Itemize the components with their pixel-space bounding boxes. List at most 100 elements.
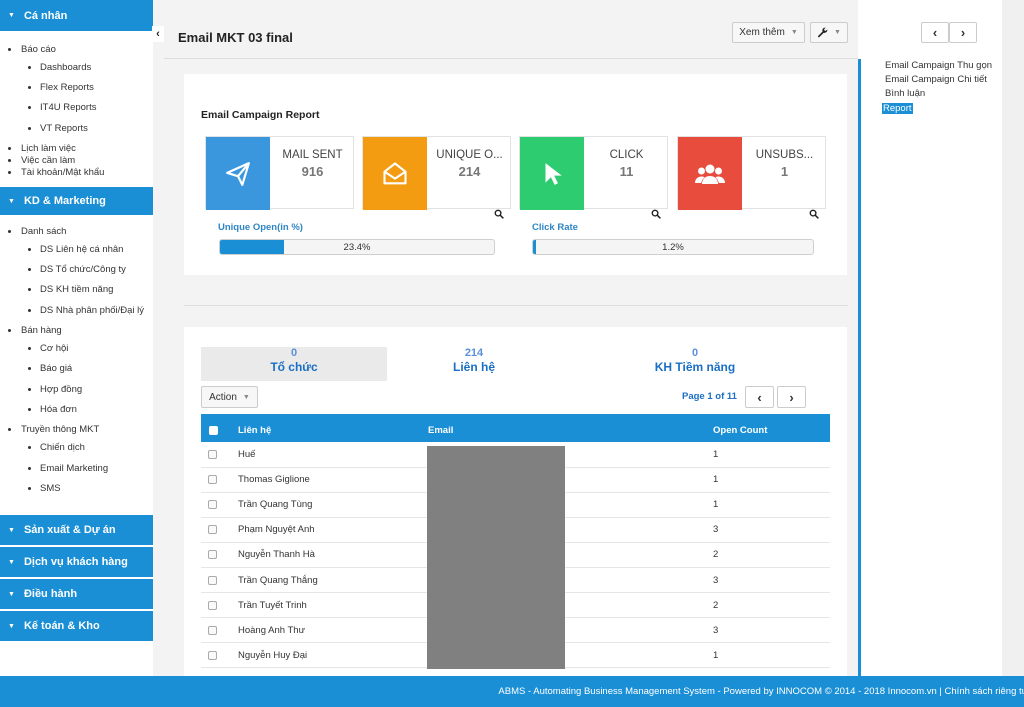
scroll-gutter	[1002, 0, 1024, 676]
bullet-icon	[28, 466, 31, 470]
sidebar-item-ds-to-chuc[interactable]: DS Tổ chức/Công ty	[0, 259, 153, 279]
sidebar-item-dashboards[interactable]: Dashboards	[0, 57, 153, 77]
bullet-icon	[8, 158, 11, 162]
sidebar-item-chien-dich[interactable]: Chiến dịch	[0, 438, 153, 458]
cursor-icon	[545, 162, 562, 185]
sidebar-item-ban-hang[interactable]: Bán hàng	[0, 324, 153, 336]
sidebar-item-sms[interactable]: SMS	[0, 478, 153, 498]
column-header-email[interactable]: Email	[428, 414, 713, 442]
sidebar-item-bao-cao[interactable]: Báo cáo	[0, 43, 153, 55]
link-report[interactable]: Report	[882, 103, 913, 114]
row-contact-name[interactable]: Nguyễn Thanh Hà	[238, 542, 428, 568]
sidebar-item-hoa-don[interactable]: Hóa đơn	[0, 399, 153, 419]
magnifier-icon[interactable]	[809, 209, 819, 222]
sidebar-item-co-hoi[interactable]: Cơ hội	[0, 338, 153, 358]
row-contact-name[interactable]: Trần Tuyết Trinh	[238, 592, 428, 619]
sidebar-item-flex-reports[interactable]: Flex Reports	[0, 77, 153, 97]
xem-them-dropdown[interactable]: Xem thêm ▼	[732, 22, 805, 43]
prev-record-button[interactable]: ‹	[921, 22, 949, 43]
stat-mail-sent: MAIL SENT 916	[205, 136, 354, 210]
sidebar-item-vt-reports[interactable]: VT Reports	[0, 118, 153, 138]
row-checkbox[interactable]	[201, 617, 238, 644]
sidebar-section-dich-vu[interactable]: ▼ Dịch vụ khách hàng	[0, 547, 153, 580]
link-email-campaign-thu-gon[interactable]: Email Campaign Thu gọn	[885, 60, 992, 71]
next-page-button[interactable]: ›	[777, 386, 806, 408]
link-binh-luan[interactable]: Bình luận	[885, 88, 925, 99]
bullet-icon	[8, 428, 11, 432]
sidebar-section-kd-marketing[interactable]: ▼ KD & Marketing	[0, 187, 153, 218]
caret-down-icon: ▼	[8, 197, 15, 205]
page-title: Email MKT 03 final	[178, 30, 293, 45]
sidebar-section-ca-nhan[interactable]: ▼ Cá nhân	[0, 0, 153, 33]
prev-page-button[interactable]: ‹	[745, 386, 774, 408]
tools-dropdown[interactable]: ▼	[810, 22, 848, 43]
caret-down-icon: ▼	[8, 590, 15, 598]
link-email-campaign-chi-tiet[interactable]: Email Campaign Chi tiết	[885, 74, 987, 85]
row-contact-name[interactable]: Trần Quang Thắng	[238, 567, 428, 594]
bullet-icon	[28, 85, 31, 89]
stat-label: UNIQUE O...	[436, 149, 503, 161]
sidebar-item-ds-kh-tiem-nang[interactable]: DS KH tiềm năng	[0, 280, 153, 300]
stat-value: 916	[301, 164, 324, 179]
magnifier-icon[interactable]	[494, 209, 504, 222]
row-contact-name[interactable]: Hoàng Anh Thư	[238, 617, 428, 644]
row-checkbox[interactable]	[201, 492, 238, 518]
row-checkbox[interactable]	[201, 567, 238, 594]
sidebar-item-ds-nha-phan-phoi[interactable]: DS Nhà phân phối/Đại lý	[0, 300, 153, 320]
row-open-count: 3	[713, 567, 830, 594]
sidebar-section-ke-toan[interactable]: ▼ Kế toán & Kho	[0, 611, 153, 644]
sidebar-item-ds-lien-he[interactable]: DS Liên hệ cá nhân	[0, 239, 153, 259]
row-contact-name[interactable]: Trần Quang Tùng	[238, 492, 428, 518]
bullet-icon	[28, 446, 31, 450]
sidebar-item-hop-dong[interactable]: Hợp đồng	[0, 379, 153, 399]
action-dropdown[interactable]: Action ▼	[201, 386, 258, 408]
tab-to-chuc[interactable]: 0 Tổ chức	[201, 347, 387, 381]
caret-down-icon: ▼	[834, 29, 841, 36]
sidebar-item-viec-can-lam[interactable]: Việc cần làm	[0, 154, 153, 166]
row-checkbox[interactable]	[201, 642, 238, 669]
collapse-sidebar-chevron-left-icon[interactable]: ‹	[152, 26, 164, 42]
sidebar-item-email-marketing[interactable]: Email Marketing	[0, 458, 153, 478]
redacted-email-block	[427, 446, 565, 669]
select-all-checkbox[interactable]	[201, 414, 238, 442]
section-label: Cá nhân	[23, 9, 68, 22]
sidebar: ▼ Cá nhân Báo cáo Dashboards Flex Report…	[0, 0, 153, 676]
chevron-left-icon: ‹	[757, 389, 762, 405]
table-header-row: Liên hệ Email Open Count	[201, 414, 830, 442]
sidebar-item-truyen-thong[interactable]: Truyền thông MKT	[0, 424, 153, 436]
row-contact-name[interactable]: Phạm Nguyệt Anh	[238, 517, 428, 543]
row-open-count: 1	[713, 642, 830, 669]
row-contact-name[interactable]: Huế	[238, 442, 428, 468]
stat-icon-bg	[678, 137, 742, 210]
magnifier-icon[interactable]	[651, 209, 661, 222]
caret-down-icon: ▼	[8, 558, 15, 566]
row-checkbox[interactable]	[201, 467, 238, 493]
column-header-lien-he[interactable]: Liên hệ	[238, 414, 428, 442]
row-checkbox[interactable]	[201, 442, 238, 468]
sidebar-item-bao-gia[interactable]: Báo giá	[0, 359, 153, 379]
bullet-icon	[8, 170, 11, 174]
sidebar-section-dieu-hanh[interactable]: ▼ Điều hành	[0, 579, 153, 612]
column-header-open-count[interactable]: Open Count	[713, 414, 830, 442]
next-record-button[interactable]: ›	[949, 22, 977, 43]
sidebar-item-it4u-reports[interactable]: IT4U Reports	[0, 98, 153, 118]
row-contact-name[interactable]: Nguyễn Huy Đại	[238, 642, 428, 669]
wrench-icon	[818, 27, 828, 38]
sidebar-item-tai-khoan[interactable]: Tài khoản/Mật khẩu	[0, 166, 153, 178]
bullet-icon	[28, 126, 31, 130]
sidebar-item-lich-lam-viec[interactable]: Lịch làm việc	[0, 142, 153, 154]
sidebar-item-danh-sach[interactable]: Danh sách	[0, 225, 153, 237]
stat-label: MAIL SENT	[282, 149, 343, 161]
click-rate-label: Click Rate	[532, 222, 578, 233]
row-open-count: 3	[713, 617, 830, 644]
row-checkbox[interactable]	[201, 592, 238, 619]
tab-kh-tiem-nang[interactable]: 0 KH Tiềm năng	[602, 347, 788, 381]
tab-lien-he[interactable]: 214 Liên hệ	[381, 347, 567, 381]
stat-icon-bg	[363, 137, 427, 210]
bullet-icon	[8, 328, 11, 332]
row-open-count: 1	[713, 467, 830, 493]
row-checkbox[interactable]	[201, 542, 238, 568]
row-checkbox[interactable]	[201, 517, 238, 543]
sidebar-section-san-xuat[interactable]: ▼ Sản xuất & Dự án	[0, 515, 153, 548]
row-contact-name[interactable]: Thomas Giglione	[238, 467, 428, 493]
